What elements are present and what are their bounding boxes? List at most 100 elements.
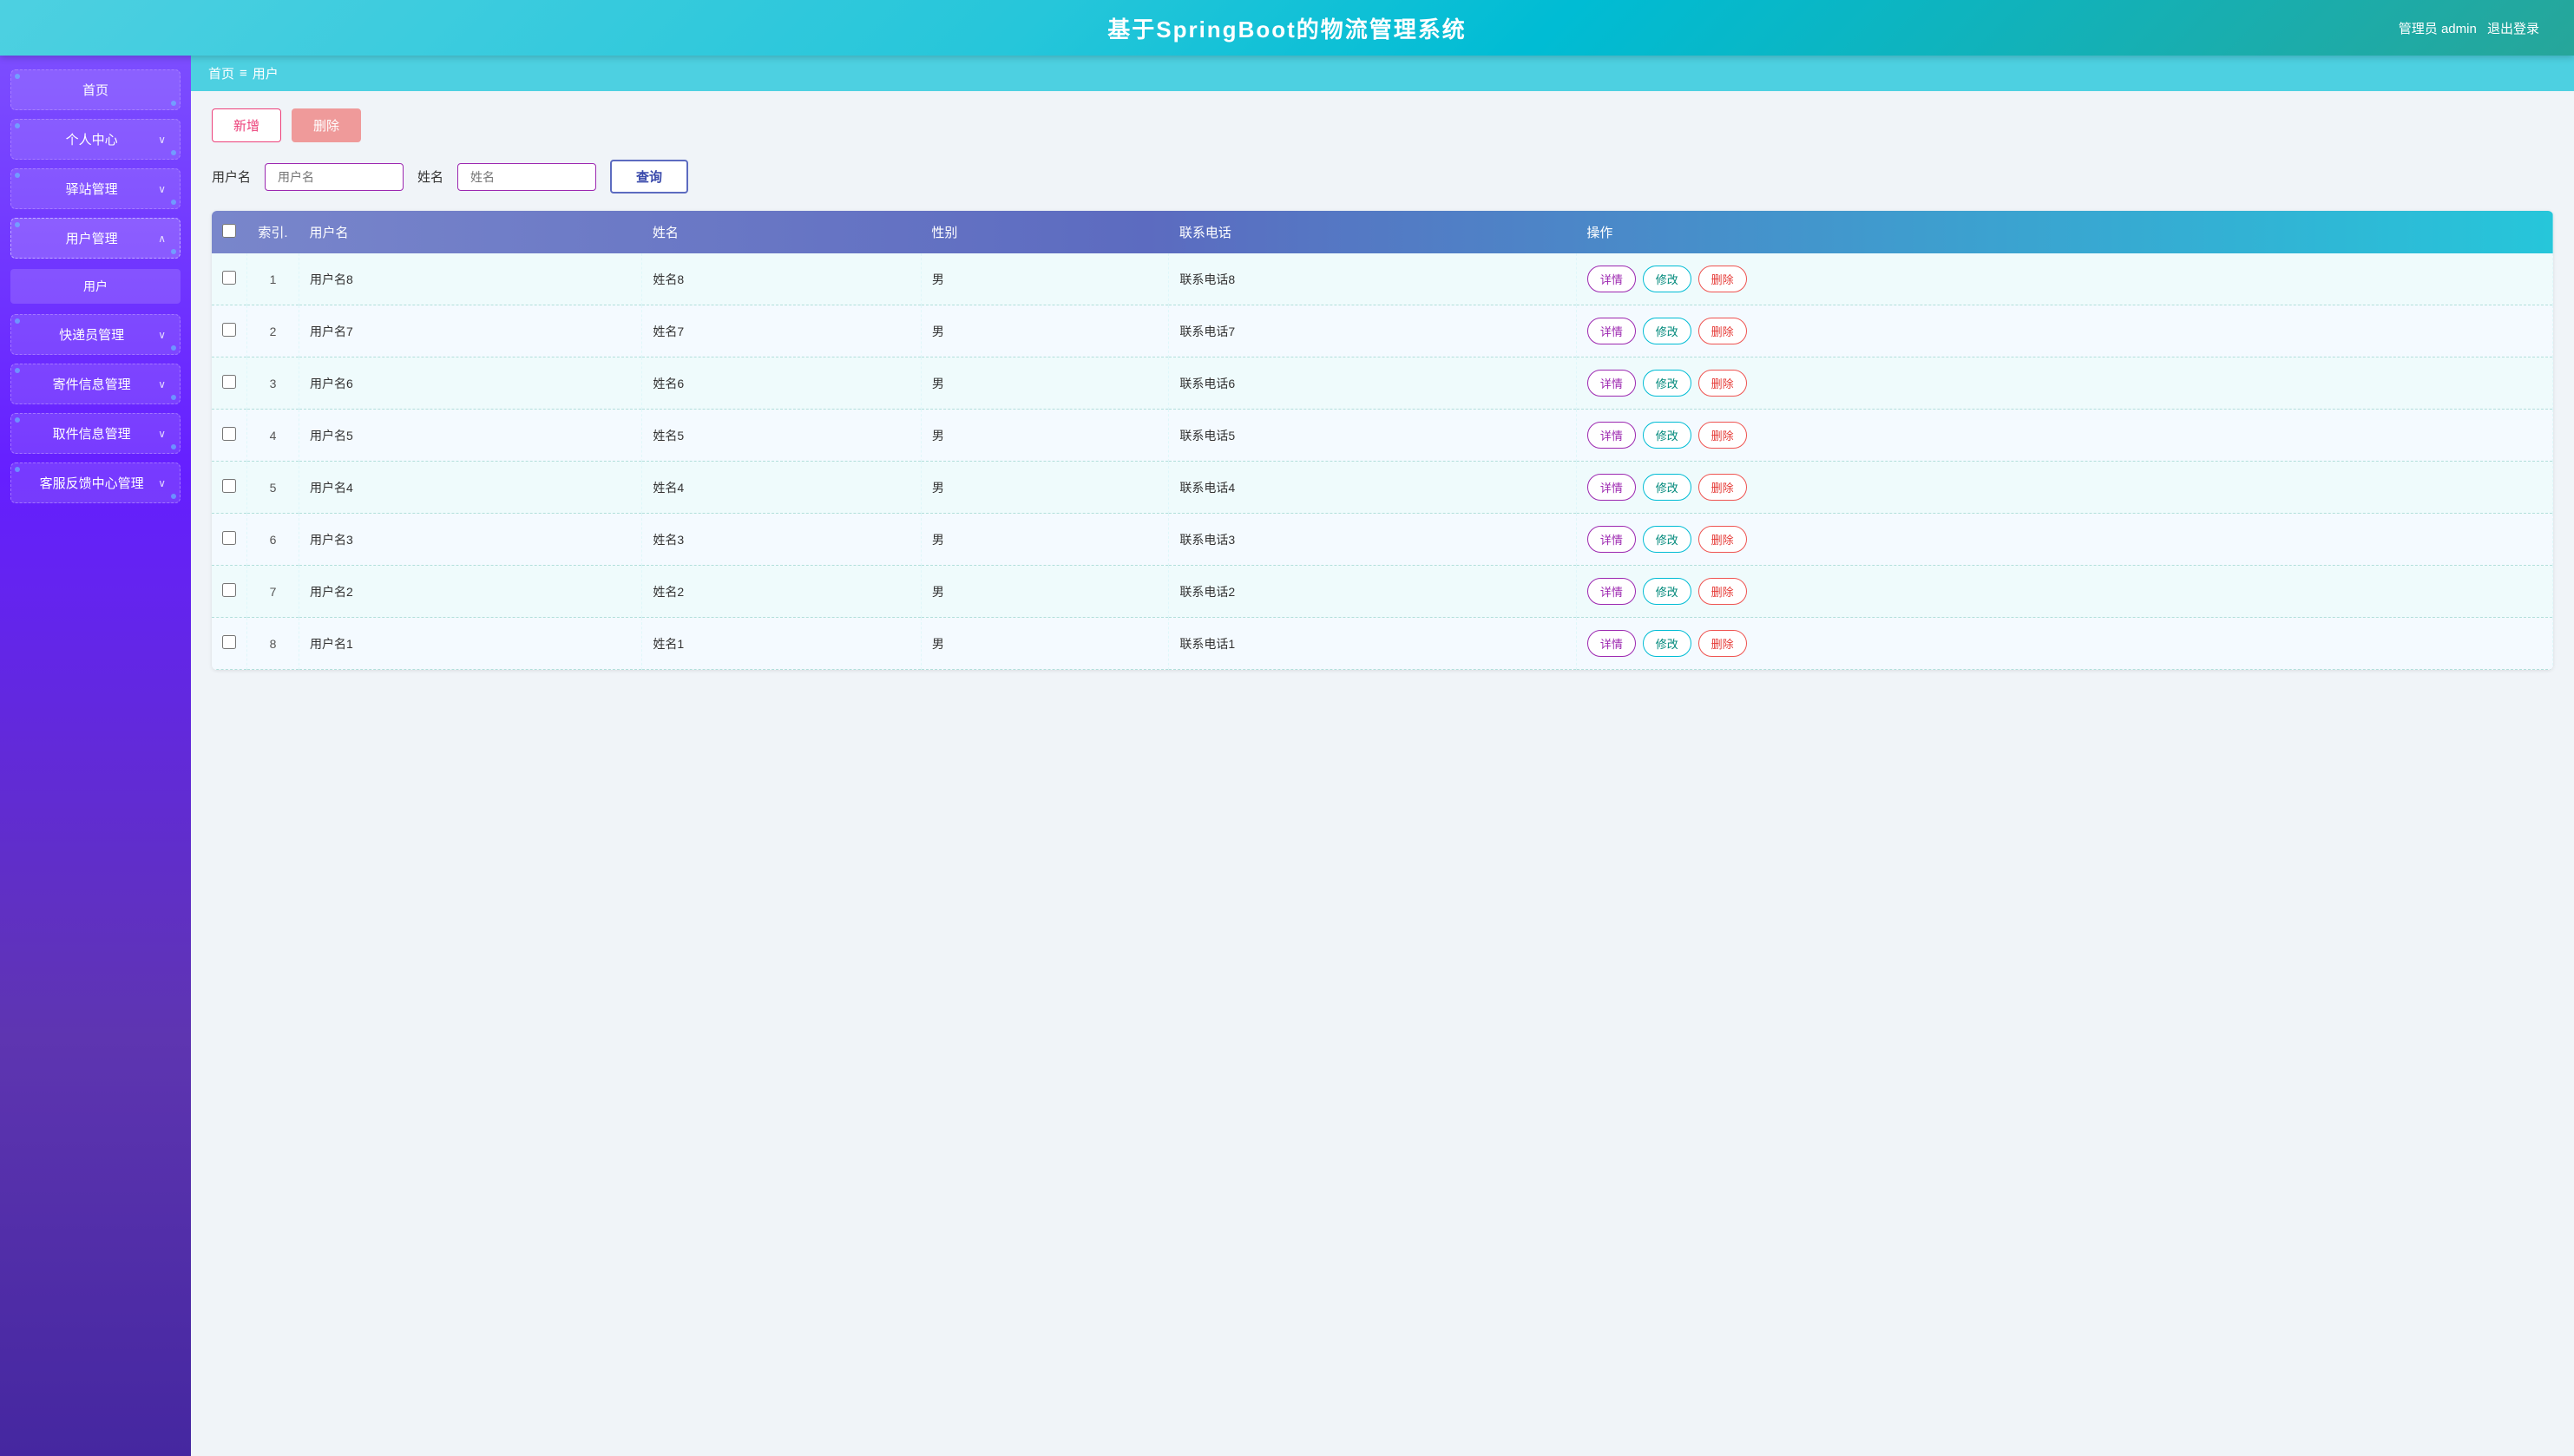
sidebar-item-station[interactable]: 驿站管理 ∨ — [10, 168, 181, 209]
edit-button[interactable]: 修改 — [1643, 630, 1691, 657]
row-delete-button[interactable]: 删除 — [1698, 422, 1747, 449]
edit-button[interactable]: 修改 — [1643, 474, 1691, 501]
chevron-down-icon: ∨ — [158, 329, 166, 341]
user-info: 管理员 admin — [2399, 22, 2477, 36]
name-search-input[interactable] — [457, 163, 596, 191]
row-checkbox-cell — [212, 618, 247, 670]
sidebar-item-user[interactable]: 用户 — [10, 269, 181, 304]
sidebar-item-home[interactable]: 首页 — [10, 69, 181, 110]
detail-button[interactable]: 详情 — [1587, 578, 1636, 605]
row-actions: 详情 修改 删除 — [1576, 253, 2552, 305]
row-gender: 男 — [921, 462, 1169, 514]
row-actions: 详情 修改 删除 — [1576, 514, 2552, 566]
col-header-action: 操作 — [1576, 211, 2552, 253]
row-checkbox-cell — [212, 357, 247, 410]
sidebar-sub-label: 用户 — [83, 278, 108, 295]
user-table: 索引. 用户名 姓名 性别 联系电话 操作 1 用户名8 姓名8 男 联系电话8 — [212, 211, 2553, 670]
row-checkbox[interactable] — [222, 271, 236, 285]
row-delete-button[interactable]: 删除 — [1698, 318, 1747, 344]
row-name: 姓名1 — [642, 618, 921, 670]
table-row: 4 用户名5 姓名5 男 联系电话5 详情 修改 删除 — [212, 410, 2553, 462]
row-username: 用户名1 — [299, 618, 642, 670]
edit-button[interactable]: 修改 — [1643, 318, 1691, 344]
row-checkbox[interactable] — [222, 583, 236, 597]
row-gender: 男 — [921, 357, 1169, 410]
row-checkbox[interactable] — [222, 427, 236, 441]
row-delete-button[interactable]: 删除 — [1698, 474, 1747, 501]
row-actions: 详情 修改 删除 — [1576, 566, 2552, 618]
row-checkbox[interactable] — [222, 531, 236, 545]
edit-button[interactable]: 修改 — [1643, 370, 1691, 397]
row-name: 姓名7 — [642, 305, 921, 357]
row-index: 4 — [247, 410, 299, 462]
detail-button[interactable]: 详情 — [1587, 526, 1636, 553]
row-phone: 联系电话8 — [1169, 253, 1576, 305]
detail-button[interactable]: 详情 — [1587, 318, 1636, 344]
row-checkbox[interactable] — [222, 479, 236, 493]
row-username: 用户名6 — [299, 357, 642, 410]
col-header-name: 姓名 — [642, 211, 921, 253]
edit-button[interactable]: 修改 — [1643, 526, 1691, 553]
row-checkbox[interactable] — [222, 323, 236, 337]
action-bar: 新增 删除 — [212, 108, 2553, 142]
row-name: 姓名3 — [642, 514, 921, 566]
row-checkbox-cell — [212, 462, 247, 514]
sidebar-item-package[interactable]: 寄件信息管理 ∨ — [10, 364, 181, 404]
row-phone: 联系电话3 — [1169, 514, 1576, 566]
content-body: 新增 删除 用户名 姓名 查询 — [191, 91, 2574, 1456]
row-index: 3 — [247, 357, 299, 410]
row-checkbox-cell — [212, 253, 247, 305]
username-search-input[interactable] — [265, 163, 404, 191]
chevron-down-icon: ∨ — [158, 428, 166, 440]
row-name: 姓名4 — [642, 462, 921, 514]
table-row: 6 用户名3 姓名3 男 联系电话3 详情 修改 删除 — [212, 514, 2553, 566]
batch-delete-button[interactable]: 删除 — [292, 108, 361, 142]
search-button[interactable]: 查询 — [610, 160, 688, 193]
edit-button[interactable]: 修改 — [1643, 422, 1691, 449]
breadcrumb-home[interactable]: 首页 — [208, 64, 234, 82]
logout-button[interactable]: 退出登录 — [2487, 22, 2539, 36]
row-checkbox-cell — [212, 305, 247, 357]
row-username: 用户名3 — [299, 514, 642, 566]
chevron-down-icon: ∨ — [158, 134, 166, 146]
detail-button[interactable]: 详情 — [1587, 474, 1636, 501]
add-button[interactable]: 新增 — [212, 108, 281, 142]
row-delete-button[interactable]: 删除 — [1698, 370, 1747, 397]
detail-button[interactable]: 详情 — [1587, 630, 1636, 657]
sidebar-item-courier[interactable]: 快递员管理 ∨ — [10, 314, 181, 355]
row-phone: 联系电话1 — [1169, 618, 1576, 670]
col-header-gender: 性别 — [921, 211, 1169, 253]
row-checkbox-cell — [212, 566, 247, 618]
username-search-label: 用户名 — [212, 167, 251, 186]
edit-button[interactable]: 修改 — [1643, 578, 1691, 605]
row-delete-button[interactable]: 删除 — [1698, 630, 1747, 657]
row-delete-button[interactable]: 删除 — [1698, 578, 1747, 605]
row-actions: 详情 修改 删除 — [1576, 410, 2552, 462]
detail-button[interactable]: 详情 — [1587, 422, 1636, 449]
row-name: 姓名8 — [642, 253, 921, 305]
sidebar-item-user-mgmt[interactable]: 用户管理 ∧ — [10, 218, 181, 259]
sidebar-item-feedback[interactable]: 客服反馈中心管理 ∨ — [10, 462, 181, 503]
row-username: 用户名4 — [299, 462, 642, 514]
sidebar-item-pickup[interactable]: 取件信息管理 ∨ — [10, 413, 181, 454]
content-area: 首页 ≡ 用户 新增 删除 用户名 姓名 查询 — [191, 56, 2574, 1456]
chevron-down-icon: ∨ — [158, 183, 166, 195]
edit-button[interactable]: 修改 — [1643, 266, 1691, 292]
select-all-checkbox[interactable] — [222, 224, 236, 238]
row-gender: 男 — [921, 514, 1169, 566]
search-bar: 用户名 姓名 查询 — [212, 160, 2553, 193]
col-header-checkbox — [212, 211, 247, 253]
row-delete-button[interactable]: 删除 — [1698, 266, 1747, 292]
table-row: 1 用户名8 姓名8 男 联系电话8 详情 修改 删除 — [212, 253, 2553, 305]
row-gender: 男 — [921, 618, 1169, 670]
row-actions: 详情 修改 删除 — [1576, 462, 2552, 514]
table-row: 3 用户名6 姓名6 男 联系电话6 详情 修改 删除 — [212, 357, 2553, 410]
row-checkbox[interactable] — [222, 375, 236, 389]
row-delete-button[interactable]: 删除 — [1698, 526, 1747, 553]
sidebar-item-personal[interactable]: 个人中心 ∨ — [10, 119, 181, 160]
row-index: 6 — [247, 514, 299, 566]
detail-button[interactable]: 详情 — [1587, 370, 1636, 397]
row-checkbox[interactable] — [222, 635, 236, 649]
breadcrumb-bar: 首页 ≡ 用户 — [191, 56, 2574, 91]
detail-button[interactable]: 详情 — [1587, 266, 1636, 292]
